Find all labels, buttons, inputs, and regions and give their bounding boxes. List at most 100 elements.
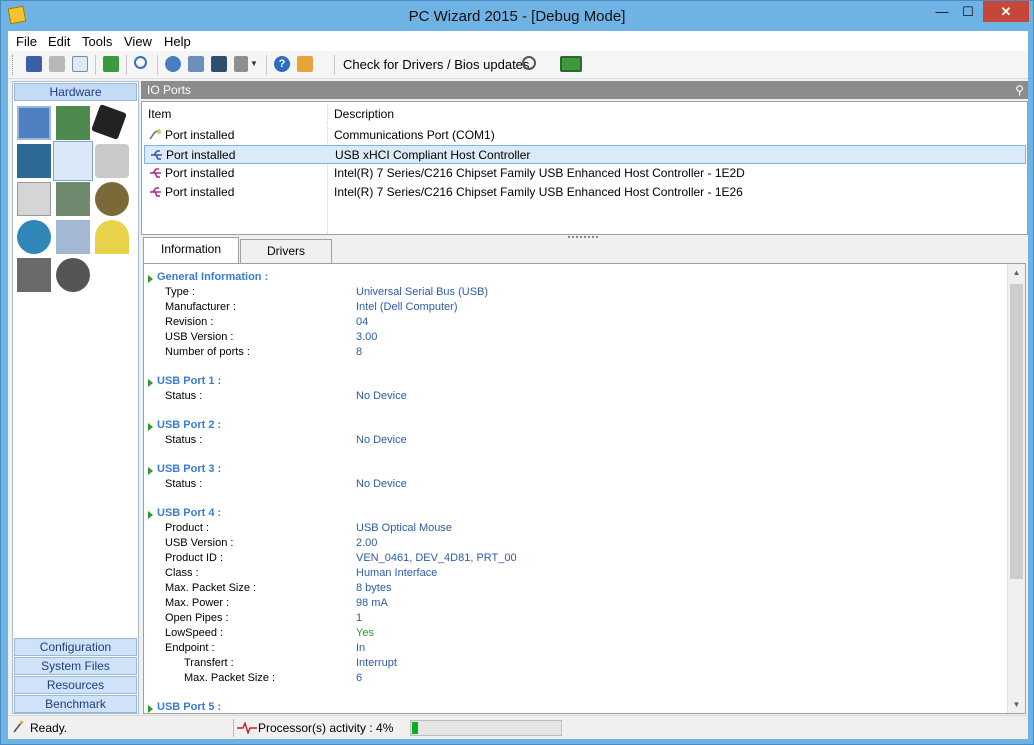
title-bar: PC Wizard 2015 - [Debug Mode] — ☐ ✕ [1,1,1033,31]
menu-view[interactable]: View [124,34,152,49]
gauge-icon[interactable] [56,258,90,292]
list-row[interactable]: Port installed Communications Port (COM1… [144,126,1026,145]
prop-value: Interrupt [356,657,397,669]
prop-label: Product : [165,522,210,534]
details-content: General Information : Type : Universal S… [144,264,1006,713]
row-item: Port installed [165,166,235,180]
network-icon[interactable] [165,56,181,72]
refresh-icon[interactable] [103,56,119,72]
drives-icon[interactable] [95,144,129,178]
heartbeat-icon [237,722,257,734]
prop-value: Human Interface [356,567,438,579]
minimize-button[interactable]: — [929,1,955,22]
prop-label: Class : [165,567,199,579]
scroll-up-icon[interactable]: ▲ [1008,264,1025,281]
cpu-icon[interactable] [211,56,227,72]
list-row[interactable]: Port installed Intel(R) 7 Series/C216 Ch… [144,183,1026,202]
toolbar-separator [266,55,267,75]
status-bar: Ready. Processor(s) activity : 4% [8,715,1028,739]
audio-icon[interactable] [95,182,129,216]
expand-arrow-icon[interactable] [148,423,153,431]
check-drivers-label[interactable]: Check for Drivers / Bios updates [343,57,529,72]
menu-tools[interactable]: Tools [82,34,112,49]
help-icon[interactable]: ? [274,56,290,72]
row-description: USB xHCI Compliant Host Controller [335,148,531,162]
system-icon[interactable] [17,106,51,140]
section-port1-title: USB Port 1 : [157,375,222,387]
processor-activity-bar [410,720,562,736]
prop-label: Status : [165,434,203,446]
menu-file[interactable]: File [16,34,37,49]
print-icon[interactable] [49,56,65,72]
devices-icon[interactable] [56,182,90,216]
expand-arrow-icon[interactable] [148,379,153,387]
prop-value: No Device [356,434,407,446]
close-button[interactable]: ✕ [983,1,1029,22]
list-row[interactable]: Port installed Intel(R) 7 Series/C216 Ch… [144,164,1026,183]
expand-arrow-icon[interactable] [148,511,153,519]
category-configuration[interactable]: Configuration [14,638,137,656]
home-icon[interactable] [297,56,313,72]
chip-icon[interactable] [188,56,204,72]
prop-label: USB Version : [165,331,234,343]
section-header: IO Ports ⚲ [141,81,1028,99]
toolbar-grip [12,55,15,75]
prop-value: 8 bytes [356,582,392,594]
prop-value: Universal Serial Bus (USB) [356,286,489,298]
category-resources[interactable]: Resources [14,676,137,694]
column-description[interactable]: Description [328,104,1026,124]
search-icon[interactable] [134,56,147,69]
list-row-selected[interactable]: Port installed USB xHCI Compliant Host C… [144,145,1026,164]
maximize-button[interactable]: ☐ [955,1,981,22]
prop-label: Type : [165,286,195,298]
scroll-down-icon[interactable]: ▼ [1008,696,1025,713]
tab-drivers[interactable]: Drivers [240,239,332,263]
printers-icon[interactable] [17,182,51,216]
bios-update-icon[interactable] [560,56,582,72]
row-item: Port installed [165,185,235,199]
scroll-thumb[interactable] [1010,284,1023,579]
motherboard-icon[interactable] [56,106,90,140]
category-benchmark[interactable]: Benchmark [14,695,137,713]
splitter-handle[interactable] [568,236,598,240]
prop-label: Max. Power : [165,597,230,609]
prop-value: In [356,642,366,654]
peripherals-icon[interactable] [17,258,51,292]
expand-arrow-icon[interactable] [148,467,153,475]
toolbar: ▼ ? Check for Drivers / Bios updates [8,51,1028,79]
chevron-down-icon[interactable]: ▼ [250,56,258,72]
driver-search-icon[interactable] [522,56,536,70]
category-system-files[interactable]: System Files [14,657,137,675]
menu-help[interactable]: Help [164,34,191,49]
column-item[interactable]: Item [142,104,328,124]
plug-icon[interactable] [56,220,90,254]
category-panel: Hardware Configuration System Files Reso… [12,81,139,714]
prop-value: VEN_0461, DEV_4D81, PRT_00 [356,552,517,564]
details-scrollbar[interactable]: ▲ ▼ [1007,264,1025,713]
prop-label: LowSpeed : [165,627,224,639]
prop-value: Yes [356,627,374,639]
expand-arrow-icon[interactable] [148,705,153,713]
io-ports-icon[interactable] [53,141,93,181]
category-hardware[interactable]: Hardware [14,83,137,101]
video-icon[interactable] [17,144,51,178]
section-port5-title: USB Port 5 : [157,701,222,713]
section-port4-title: USB Port 4 : [157,507,222,519]
module-dropdown-icon[interactable] [234,56,248,72]
power-icon[interactable] [95,220,129,254]
menu-edit[interactable]: Edit [48,34,70,49]
prop-label: Endpoint : [165,642,215,654]
pin-icon[interactable]: ⚲ [1015,81,1024,99]
save-icon[interactable] [26,56,42,72]
row-description: Intel(R) 7 Series/C216 Chipset Family US… [334,166,745,180]
prop-label: Product ID : [165,552,224,564]
ready-wand-icon [13,720,24,733]
prop-label: USB Version : [165,537,234,549]
processor-icon[interactable] [91,104,127,140]
expand-arrow-icon[interactable] [148,275,153,283]
network-icon[interactable] [17,220,51,254]
prop-label: Open Pipes : [165,612,229,624]
tab-information[interactable]: Information [143,237,239,263]
app-window: PC Wizard 2015 - [Debug Mode] — ☐ ✕ File… [0,0,1034,745]
copy-icon[interactable] [72,56,88,72]
